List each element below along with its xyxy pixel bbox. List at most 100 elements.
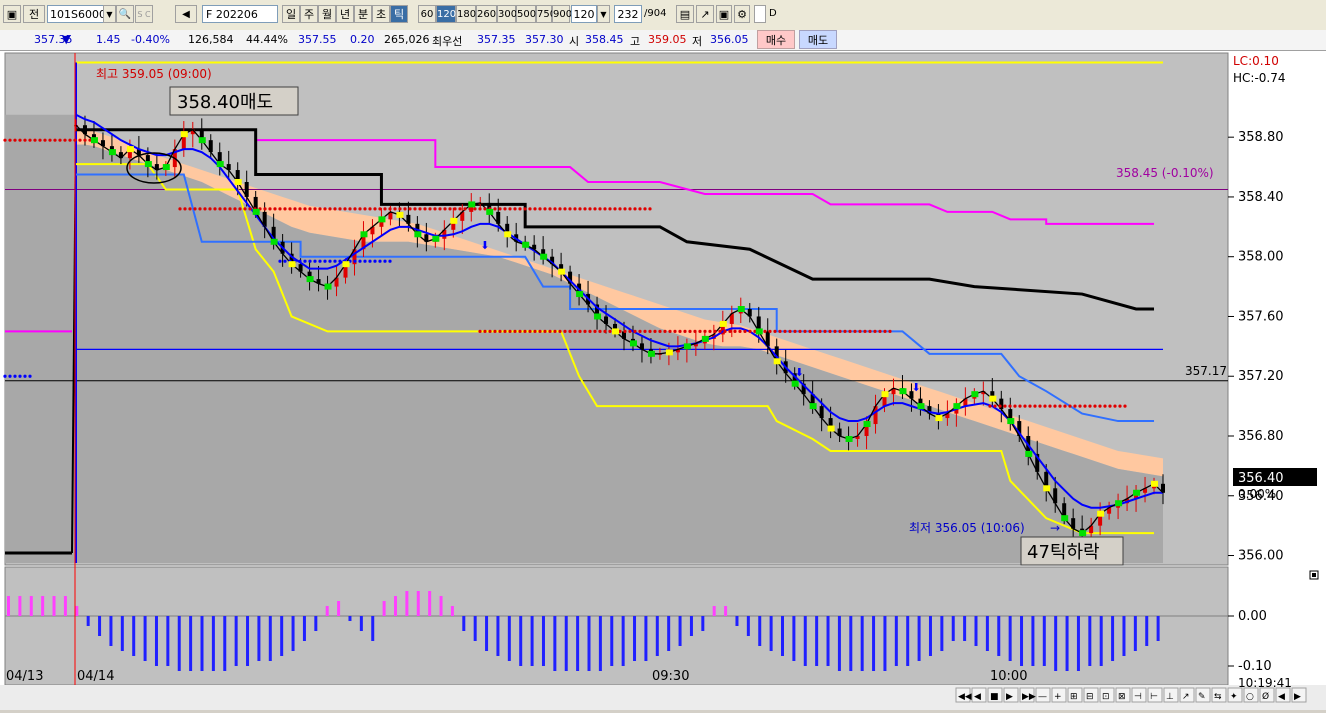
period-button-3[interactable]: 년: [336, 5, 354, 23]
signal-dot: [523, 329, 527, 334]
period-button-5[interactable]: 초: [372, 5, 390, 23]
signal-dot: [28, 374, 32, 378]
period-button-0[interactable]: 일: [282, 5, 300, 23]
osc-bar: [1076, 616, 1080, 671]
signal-dot: [583, 207, 587, 211]
signal-dot: [308, 259, 312, 263]
osc-bar: [633, 616, 637, 661]
code-dropdown-icon[interactable]: ▼: [103, 5, 116, 23]
signal-marker: [144, 161, 152, 168]
osc-bar: [200, 616, 204, 671]
nav-button-label: ⊞: [1070, 692, 1078, 702]
osc-bar: [1020, 616, 1024, 666]
search-icon[interactable]: 🔍: [116, 5, 134, 23]
sound-icon[interactable]: ◀: [175, 5, 197, 23]
signal-marker: [665, 349, 673, 356]
signal-dot: [483, 329, 487, 334]
nav-button-label: ▶: [1294, 692, 1301, 702]
y-tick-label: 358.00: [1238, 250, 1284, 265]
signal-dot: [743, 329, 747, 334]
signal-dot: [473, 207, 477, 211]
window-icon[interactable]: ▣: [3, 5, 21, 23]
tick-button-180[interactable]: 180: [456, 5, 476, 23]
tick-dropdown-icon[interactable]: ▼: [597, 5, 610, 23]
signal-dot: [1073, 404, 1077, 408]
d-checkbox[interactable]: [754, 5, 766, 23]
quote-pct: -0.40%: [131, 33, 170, 46]
tick-button-60[interactable]: 60: [418, 5, 436, 23]
chart-type-icon[interactable]: ▤: [676, 5, 694, 23]
price-chart[interactable]: ⬇⬇⬇⬇ 358.80358.40358.00357.60357.20356.8…: [0, 51, 1326, 710]
osc-bar: [325, 606, 329, 616]
tick-button-500[interactable]: 500: [516, 5, 536, 23]
period-button-2[interactable]: 월: [318, 5, 336, 23]
signal-dot: [528, 329, 532, 334]
signal-dot: [348, 207, 352, 211]
signal-dot: [1058, 404, 1062, 408]
high-annotation: 최고 359.05 (09:00): [96, 67, 212, 81]
signal-dot: [388, 207, 392, 211]
period-button-4[interactable]: 분: [354, 5, 372, 23]
osc-bar: [211, 616, 215, 671]
code-input[interactable]: 101S6000: [47, 5, 105, 23]
signal-dot: [803, 329, 807, 334]
y-tick-label: 358.40: [1238, 190, 1284, 205]
osc-bar: [439, 596, 443, 616]
osc-bar: [917, 616, 921, 661]
save-icon[interactable]: ▣: [716, 5, 732, 23]
osc-bar: [18, 596, 22, 616]
signal-marker: [953, 403, 961, 410]
signal-dot: [478, 207, 482, 211]
signal-marker: [396, 211, 404, 218]
signal-dot: [643, 329, 647, 334]
nav-button-label: —: [1038, 692, 1047, 702]
chart-area[interactable]: ⬇⬇⬇⬇ 358.80358.40358.00357.60357.20356.8…: [0, 51, 1326, 710]
osc-bar: [906, 616, 910, 666]
high-value: 359.05: [648, 33, 687, 46]
signal-dot: [298, 259, 302, 263]
osc-bar: [1008, 616, 1012, 661]
osc-bar: [678, 616, 682, 646]
tick-button-260[interactable]: 260: [476, 5, 497, 23]
signal-dot: [528, 207, 532, 211]
signal-dot: [58, 138, 62, 142]
signal-dot: [218, 207, 222, 211]
signal-dot: [353, 207, 357, 211]
gear-icon[interactable]: ⚙: [734, 5, 750, 23]
tick-button-750[interactable]: 750: [536, 5, 556, 23]
signal-dot: [813, 329, 817, 334]
count-input[interactable]: 232: [614, 5, 642, 23]
signal-dot: [248, 207, 252, 211]
prior-day-area: [5, 114, 76, 563]
signal-dot: [303, 259, 307, 263]
period-button-6[interactable]: 틱: [390, 5, 408, 23]
draw-icon[interactable]: ↗: [696, 5, 714, 23]
signal-marker: [378, 216, 386, 223]
signal-dot: [993, 404, 997, 408]
osc-bar: [7, 596, 10, 616]
nav-button-label: ⊡: [1102, 692, 1110, 702]
sc-button[interactable]: S C: [135, 5, 153, 23]
lc-label: LC:0.10: [1233, 54, 1279, 68]
tick-button-900[interactable]: 900: [552, 5, 572, 23]
osc-bar: [223, 616, 227, 671]
prev-button[interactable]: 전: [23, 5, 45, 23]
signal-dot: [33, 138, 37, 142]
period-button-1[interactable]: 주: [300, 5, 318, 23]
signal-marker: [647, 350, 655, 357]
signal-dot: [818, 329, 822, 334]
tick-button-300[interactable]: 300: [497, 5, 517, 23]
tick-button-120[interactable]: 120: [436, 5, 456, 23]
sell-button[interactable]: 매도: [799, 30, 837, 49]
signal-marker: [324, 283, 332, 290]
signal-marker: [881, 391, 889, 398]
signal-dot: [783, 329, 787, 334]
signal-dot: [298, 207, 302, 211]
tick-select[interactable]: 120: [571, 5, 597, 23]
signal-dot: [618, 207, 622, 211]
signal-dot: [503, 329, 507, 334]
signal-dot: [18, 374, 22, 378]
futures-code-input[interactable]: F 202206: [202, 5, 278, 23]
buy-button[interactable]: 매수: [757, 30, 795, 49]
signal-dot: [1028, 404, 1032, 408]
